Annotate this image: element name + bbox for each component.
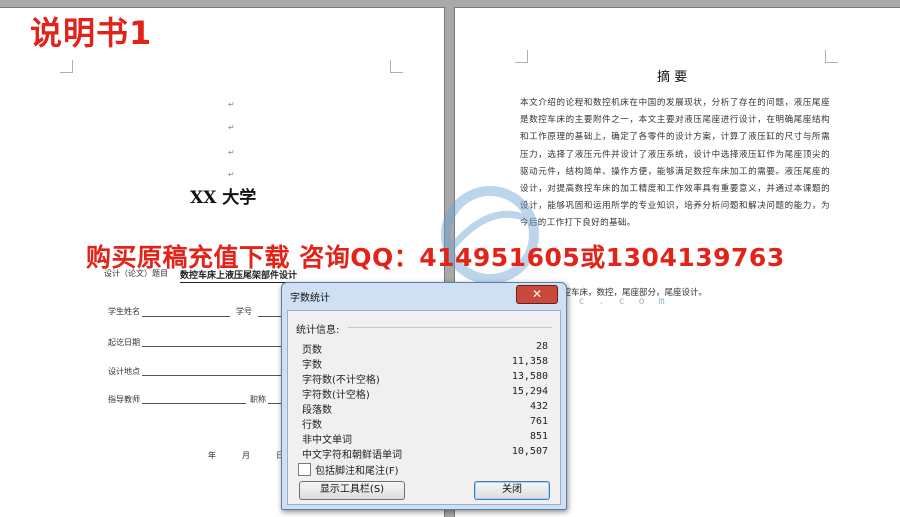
paragraph-mark: ↵ <box>228 123 235 132</box>
stats-group-label: 统计信息: <box>296 325 340 336</box>
word-count-dialog: 字数统计 ✕ 统计信息: 页数 28 字数 11,358 字符数(不计空格) 1… <box>281 282 567 510</box>
include-footnotes-checkbox[interactable] <box>298 463 311 476</box>
stat-row: 段落数 432 <box>302 401 548 416</box>
field-underline <box>142 346 282 347</box>
include-footnotes-label[interactable]: 包括脚注和尾注(F) <box>315 462 399 477</box>
manual-title-watermark: 说明书1 <box>30 14 153 52</box>
purchase-banner: 购买原稿充值下载 咨询QQ：414951605或1304139763 <box>86 243 785 272</box>
stat-label: 页数 <box>302 345 322 356</box>
show-toolbar-button[interactable]: 显示工具栏(S) <box>299 481 405 500</box>
date-year-char: 年 <box>208 451 216 460</box>
stat-label: 字数 <box>302 360 322 371</box>
field-label-advisor: 指导教师 <box>108 395 140 404</box>
margin-corner-mark <box>825 50 838 63</box>
dialog-close-icon[interactable]: ✕ <box>516 285 558 304</box>
stat-value: 11,358 <box>511 356 548 367</box>
field-underline <box>142 375 282 376</box>
field-underline <box>258 316 282 317</box>
field-underline <box>268 403 282 404</box>
stat-label: 字符数(不计空格) <box>302 375 380 386</box>
field-underline <box>142 403 246 404</box>
dialog-title: 字数统计 <box>290 293 330 304</box>
group-separator <box>348 327 552 328</box>
margin-corner-mark <box>515 50 528 63</box>
date-month-char: 月 <box>242 451 250 460</box>
field-label-dates: 起讫日期 <box>108 338 140 347</box>
stat-row: 非中文单词 851 <box>302 431 548 446</box>
university-name: XX 大学 <box>190 188 257 208</box>
stat-row: 字符数(不计空格) 13,580 <box>302 371 548 386</box>
stat-value: 851 <box>529 431 548 442</box>
paragraph-mark: ↵ <box>228 100 235 109</box>
stat-label: 字符数(计空格) <box>302 390 370 401</box>
dialog-body: 统计信息: 页数 28 字数 11,358 字符数(不计空格) 13,580 字… <box>287 310 561 505</box>
stat-label: 行数 <box>302 420 322 431</box>
stat-row: 页数 28 <box>302 341 548 356</box>
stat-value: 10,507 <box>511 446 548 457</box>
margin-corner-mark <box>390 60 403 73</box>
abstract-body: 本文介绍的论程和数控机床在中国的发展现状，分析了存在的问题，液压尾座是数控车床的… <box>520 98 830 229</box>
stat-value: 15,294 <box>511 386 548 397</box>
close-button[interactable]: 关闭 <box>474 481 550 500</box>
stat-label: 段落数 <box>302 405 332 416</box>
stat-value: 432 <box>529 401 548 412</box>
paragraph-mark: ↵ <box>228 148 235 157</box>
stat-row: 字数 11,358 <box>302 356 548 371</box>
stat-value: 13,580 <box>511 371 548 382</box>
stat-row: 行数 761 <box>302 416 548 431</box>
abstract-title: 摘 要 <box>657 70 688 85</box>
stat-row: 字符数(计空格) 15,294 <box>302 386 548 401</box>
dialog-titlebar[interactable]: 字数统计 ✕ <box>282 283 566 309</box>
stat-value: 28 <box>535 341 548 352</box>
stat-label: 非中文单词 <box>302 435 352 446</box>
stat-value: 761 <box>529 416 548 427</box>
field-underline <box>142 316 230 317</box>
paragraph-mark: ↵ <box>228 170 235 179</box>
field-label-location: 设计地点 <box>108 367 140 376</box>
field-label-title: 职称 <box>250 395 266 404</box>
stat-label: 中文字符和朝鲜语单词 <box>302 450 402 461</box>
stat-row: 中文字符和朝鲜语单词 10,507 <box>302 446 548 461</box>
margin-corner-mark <box>60 60 73 73</box>
field-label-student-name: 学生姓名 <box>108 307 140 316</box>
field-label-student-id: 学号 <box>236 307 252 316</box>
